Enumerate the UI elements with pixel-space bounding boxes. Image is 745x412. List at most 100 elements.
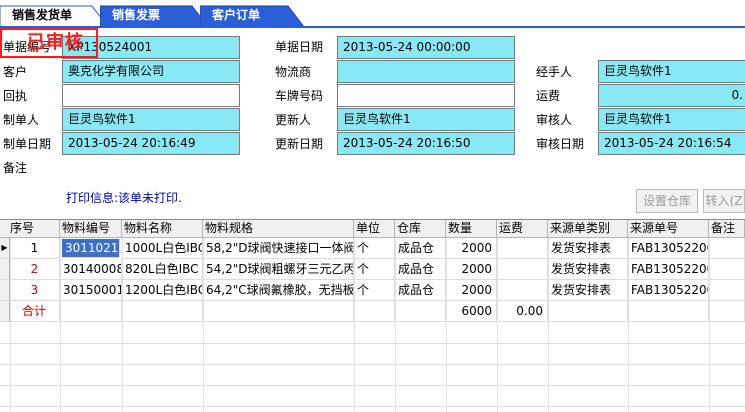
detail-grid[interactable]: 序号 物料编号 物料名称 物料规格 单位 仓库 数量 运费 来源单类别 来源单号… [0,219,745,412]
col-header-qty[interactable]: 数量 [446,220,497,238]
grid-line [497,238,498,412]
update-date-label: 更新日期 [275,137,324,151]
updater-field[interactable]: 巨灵鸟软件1 [337,108,515,131]
row-freight[interactable] [497,280,548,301]
total-empty [60,301,122,322]
tab-sales-delivery[interactable]: 销售发货单 [0,4,108,27]
row-unit[interactable]: 个 [354,238,395,259]
row-spec[interactable]: 64,2"C球阀氟橡胶，无挡板， [203,280,354,301]
grid-line [0,385,745,386]
col-header-freight[interactable]: 运费 [497,220,548,238]
print-info: 打印信息:该单未打印. [66,191,182,205]
total-empty [354,301,395,322]
total-freight: 0.00 [497,301,548,322]
updater-label: 更新人 [275,113,312,127]
doc-date-field[interactable]: 2013-05-24 00:00:00 [337,36,515,59]
creator-field[interactable]: 巨灵鸟软件1 [62,108,240,131]
row-remark[interactable] [709,280,745,301]
row-src-no[interactable]: FAB13052200 [628,238,709,259]
update-date-field[interactable]: 2013-05-24 20:16:50 [337,132,515,155]
row-qty[interactable]: 2000 [446,238,497,259]
row-name[interactable]: 1200L白色IBC [122,280,203,301]
transfer-in-button[interactable]: 转入(Z [703,189,745,213]
total-empty [628,301,709,322]
receipt-field[interactable] [62,84,240,107]
col-header-warehouse[interactable]: 仓库 [395,220,446,238]
grid-line [122,238,123,412]
grid-line [0,364,745,365]
row-warehouse[interactable]: 成品仓 [395,280,446,301]
row-spec[interactable]: 54,2"D球阀粗螺牙三元乙丙 [203,259,354,280]
grid-line [60,238,61,412]
set-warehouse-button[interactable]: 设置仓库 [636,189,698,213]
col-header-unit[interactable]: 单位 [354,220,395,238]
handler-label: 经手人 [536,65,573,79]
freight-field[interactable]: 0. [598,84,745,107]
doc-date-label: 单据日期 [275,40,324,54]
col-header-remark[interactable]: 备注 [709,220,745,238]
row-src-no[interactable]: FAB13052200 [628,280,709,301]
tab-customer-order[interactable]: 客户订单 [200,4,304,27]
audit-date-label: 审核日期 [536,137,585,151]
row-indicator [0,301,10,322]
row-indicator-icon: ▶ [0,238,10,259]
auditor-field[interactable]: 巨灵鸟软件1 [598,108,745,131]
row-remark[interactable] [709,259,745,280]
create-date-label: 制单日期 [3,137,52,151]
logistics-field[interactable] [337,60,515,83]
row-qty[interactable]: 2000 [446,280,497,301]
customer-field[interactable]: 奥克化学有限公司 [62,60,240,83]
row-src-type[interactable]: 发货安排表 [548,280,628,301]
col-header-spec[interactable]: 物料规格 [203,220,354,238]
tab-bar: 销售发货单 销售发票 客户订单 [0,0,745,28]
grid-line [10,238,11,412]
total-empty [122,301,203,322]
grid-line [203,238,204,412]
grid-line [395,238,396,412]
col-header-src-type[interactable]: 来源单类别 [548,220,628,238]
grid-line [0,343,745,344]
col-header-name[interactable]: 物料名称 [122,220,203,238]
create-date-field[interactable]: 2013-05-24 20:16:49 [62,132,240,155]
row-remark[interactable] [709,238,745,259]
row-unit[interactable]: 个 [354,259,395,280]
total-qty: 6000 [446,301,497,322]
row-warehouse[interactable]: 成品仓 [395,238,446,259]
row-freight[interactable] [497,259,548,280]
creator-label: 制单人 [3,113,40,127]
grid-line [446,238,447,412]
row-seq: 2 [10,259,60,280]
remark-label: 备注 [3,161,28,175]
row-code[interactable]: 30140008 [60,259,122,280]
tab-label: 客户订单 [212,8,261,22]
row-qty[interactable]: 2000 [446,259,497,280]
row-name[interactable]: 820L白色IBC [122,259,203,280]
plate-field[interactable] [337,84,515,107]
row-code-cell-selected[interactable]: 30110211 [62,239,120,258]
plate-label: 车牌号码 [275,89,324,103]
tab-label: 销售发货单 [12,8,73,22]
row-indicator [0,280,10,301]
handler-field[interactable]: 巨灵鸟软件1 [598,60,745,83]
grid-line [0,406,745,407]
row-src-no[interactable]: FAB13052200 [628,259,709,280]
col-header-src-no[interactable]: 来源单号 [628,220,709,238]
row-code[interactable]: 30150001 [60,280,122,301]
auditor-label: 审核人 [536,113,573,127]
col-header-code[interactable]: 物料编号 [60,220,122,238]
row-freight[interactable] [497,238,548,259]
row-src-type[interactable]: 发货安排表 [548,238,628,259]
row-src-type[interactable]: 发货安排表 [548,259,628,280]
row-warehouse[interactable]: 成品仓 [395,259,446,280]
grid-line [548,238,549,412]
tab-label: 销售发票 [112,8,161,22]
col-header-seq[interactable]: 序号 [0,220,60,238]
row-name[interactable]: 1000L白色IBC [122,238,203,259]
row-spec[interactable]: 58,2"D球阀快速接口一体阀盖 [203,238,354,259]
approved-stamp: 已审核 [0,28,98,58]
tab-sales-invoice[interactable]: 销售发票 [100,4,208,27]
audit-date-field[interactable]: 2013-05-24 20:16:54 [598,132,745,155]
row-unit[interactable]: 个 [354,280,395,301]
row-seq: 1 [10,238,60,259]
total-empty [203,301,354,322]
